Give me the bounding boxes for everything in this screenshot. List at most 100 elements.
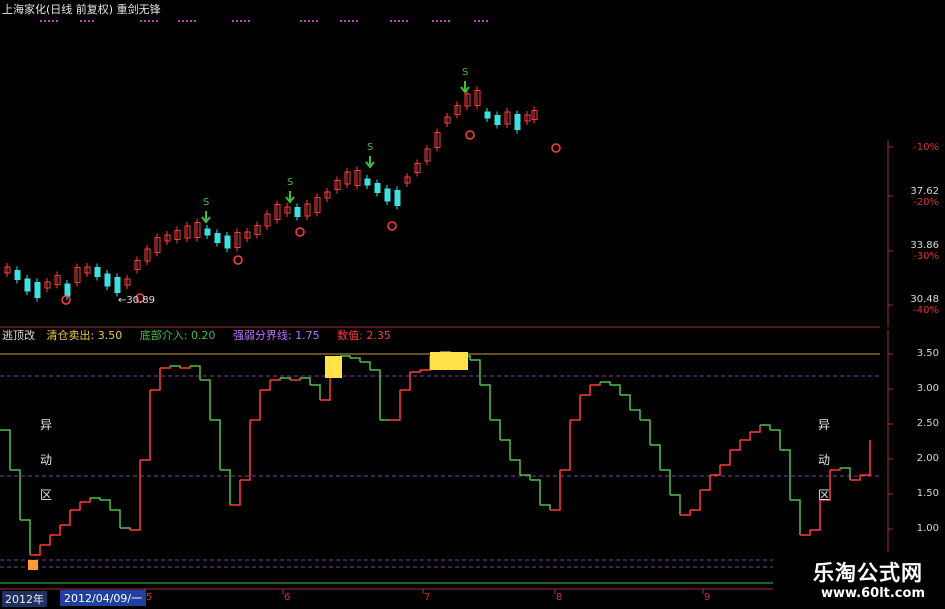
indicator-step <box>860 440 871 476</box>
chart-title: 上海家化(日线 前复权) 重剑无锋 <box>2 3 161 16</box>
sell-signal-letter: S <box>203 197 209 208</box>
indicator-step <box>60 510 71 526</box>
indicator-step <box>190 365 201 380</box>
top-mark <box>482 20 484 22</box>
top-mark <box>40 20 42 22</box>
indicator-step <box>490 419 501 440</box>
indicator-step <box>180 366 191 369</box>
top-mark <box>232 20 234 22</box>
candle-body <box>204 228 211 236</box>
top-mark <box>248 20 250 22</box>
indicator-step <box>750 425 761 433</box>
candle-body <box>24 278 31 292</box>
indicator-item-value: 数值: 2.35 <box>337 329 391 342</box>
indicator-step <box>840 467 851 480</box>
indicator-step <box>660 469 671 495</box>
top-mark <box>140 20 142 22</box>
top-mark <box>394 20 396 22</box>
indicator-step <box>40 535 51 546</box>
price-axis-pct-3: -30% <box>913 251 939 262</box>
indicator-step <box>830 468 841 471</box>
top-mark <box>84 20 86 22</box>
indicator-step <box>510 459 521 475</box>
indicator-step <box>350 357 361 362</box>
candle-body <box>364 178 371 186</box>
price-axis-price-3: 33.86 <box>910 240 939 251</box>
candle-body <box>374 183 381 193</box>
indicator-step <box>90 497 101 500</box>
ind-axis-150: 1.50 <box>916 488 939 499</box>
candle-body <box>14 270 21 280</box>
indicator-step <box>30 545 41 556</box>
top-mark <box>148 20 150 22</box>
indicator-step <box>210 419 221 470</box>
top-mark <box>156 20 158 22</box>
top-mark <box>88 20 90 22</box>
sell-signal-letter: S <box>287 177 293 188</box>
candle-body <box>64 283 71 297</box>
indicator-step <box>400 372 411 391</box>
top-mark <box>440 20 442 22</box>
top-mark <box>432 20 434 22</box>
indicator-step <box>240 420 251 481</box>
candle-body <box>294 207 301 217</box>
indicator-step <box>570 395 581 421</box>
indicator-item-sell: 清仓卖出: 3.50 <box>46 329 123 342</box>
side-label-left-2: 动 <box>40 453 53 467</box>
top-mark <box>474 20 476 22</box>
top-mark <box>356 20 358 22</box>
indicator-step <box>100 499 111 510</box>
candle-body <box>514 114 521 130</box>
top-mark <box>52 20 54 22</box>
side-label-right-1: 异 <box>818 418 831 432</box>
candle-body <box>224 235 231 249</box>
ind-axis-200: 2.00 <box>916 453 939 464</box>
indicator-step <box>810 500 821 531</box>
top-mark <box>178 20 180 22</box>
candle-body <box>214 233 221 243</box>
indicator-step <box>700 475 711 491</box>
top-mark <box>486 20 488 22</box>
indicator-step <box>230 480 241 506</box>
indicator-step <box>720 450 731 466</box>
indicator-step <box>110 509 121 528</box>
side-label-right-2: 动 <box>818 453 831 467</box>
axis-ticks <box>144 146 893 594</box>
top-mark <box>190 20 192 22</box>
top-mark <box>340 20 342 22</box>
price-low-annotation: ←30.89 <box>118 295 156 306</box>
top-mark <box>390 20 392 22</box>
indicator-step <box>780 449 791 500</box>
indicator-step <box>150 368 161 391</box>
top-mark <box>308 20 310 22</box>
top-mark <box>92 20 94 22</box>
indicator-step <box>220 469 231 505</box>
indicator-step <box>600 381 611 385</box>
indicator-series <box>0 351 871 570</box>
time-axis-cursor-date[interactable]: 2012/04/09/一 <box>60 590 147 606</box>
red-marker-icon <box>465 130 475 140</box>
indicator-step <box>70 502 81 511</box>
top-mark <box>240 20 242 22</box>
indicator-step <box>530 479 541 505</box>
down-arrow-icon <box>285 191 295 204</box>
side-label-left-3: 区 <box>40 488 53 502</box>
indicator-step <box>0 429 11 470</box>
indicator-step <box>10 469 21 520</box>
candlestick-series <box>4 86 538 302</box>
top-mark <box>436 20 438 22</box>
red-marker-icon <box>233 255 243 265</box>
indicator-step <box>790 499 801 535</box>
red-marker-icon <box>387 221 397 231</box>
indicator-step <box>670 494 681 515</box>
indicator-step <box>140 390 151 461</box>
top-mark <box>316 20 318 22</box>
indicator-step <box>800 530 811 536</box>
watermark-title: 乐淘公式网 <box>813 561 923 585</box>
candle-body <box>384 188 391 202</box>
indicator-step <box>250 390 261 421</box>
top-mark <box>352 20 354 22</box>
price-axis-price-2: 37.62 <box>910 186 939 197</box>
indicator-step <box>310 384 321 400</box>
indicator-step <box>770 429 781 450</box>
